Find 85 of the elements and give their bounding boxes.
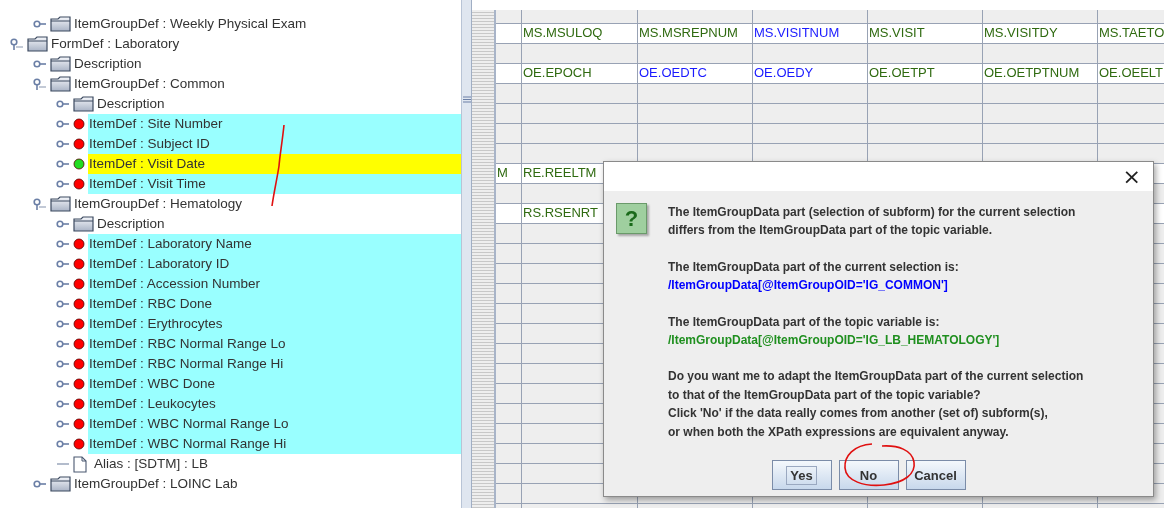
tree-node-label[interactable]: ItemDef : WBC Done xyxy=(88,374,461,394)
tree-node-label[interactable]: ItemGroupDef : Hematology xyxy=(73,194,243,214)
table-cell: MS.VISIT xyxy=(868,24,983,43)
tree-node-label[interactable]: ItemDef : WBC Normal Range Lo xyxy=(88,414,461,434)
tree-node-label[interactable]: ItemGroupDef : LOINC Lab xyxy=(73,474,238,494)
message-text: to that of the ItemGroupData part of the topic variable? xyxy=(668,386,982,404)
table-cell: MS.TAETO xyxy=(1098,24,1164,43)
tree-node-label[interactable]: FormDef : Laboratory xyxy=(50,34,180,54)
expand-handle-icon[interactable] xyxy=(56,259,70,269)
table-cell: OE.OEDY xyxy=(753,64,868,83)
collapse-handle-icon[interactable] xyxy=(33,198,47,210)
table-cell: M xyxy=(496,164,522,183)
expand-handle-icon[interactable] xyxy=(56,299,70,309)
expand-handle-icon[interactable] xyxy=(56,399,70,409)
expand-handle-icon[interactable] xyxy=(56,419,70,429)
folder-icon xyxy=(50,196,71,212)
tree-node-label[interactable]: ItemDef : Visit Date xyxy=(88,154,461,174)
tree-node-label[interactable]: Description xyxy=(96,94,165,114)
message-text: The ItemGroupData part of the current selection is: xyxy=(668,258,960,276)
collapse-handle-icon[interactable] xyxy=(33,78,47,90)
expand-handle-icon[interactable] xyxy=(33,19,47,29)
xpath-text: /ItemGroupData[@ItemGroupOID='IG_COMMON'] xyxy=(668,277,949,295)
message-text: The ItemGroupData part (selection of subform) for the current selection xyxy=(668,204,1077,221)
tree-node-label[interactable]: ItemDef : RBC Normal Range Hi xyxy=(88,354,461,374)
tree-node-label[interactable]: Alias : [SDTM] : LB xyxy=(93,454,209,474)
tree-node-label[interactable]: ItemDef : Accession Number xyxy=(88,274,461,294)
folder-icon xyxy=(50,476,71,492)
tree-node-label[interactable]: ItemDef : Subject ID xyxy=(88,134,461,154)
table-cell: MS.VISITDY xyxy=(983,24,1098,43)
dialog-button[interactable]: No xyxy=(838,460,899,491)
tree-node-label[interactable]: ItemGroupDef : Common xyxy=(73,74,225,94)
expand-handle-icon[interactable] xyxy=(56,119,70,129)
expand-handle-icon[interactable] xyxy=(56,139,70,149)
folder-icon xyxy=(73,216,94,232)
folder-icon xyxy=(50,76,71,92)
xpath-text: /ItemGroupData[@ItemGroupOID='IG_LB_HEMATOLOGY'] xyxy=(668,332,1001,350)
folder-icon xyxy=(50,16,71,32)
table-cell: OE.EPOCH xyxy=(522,64,638,83)
message-text: Click 'No' if the data really comes from another (set of) subform(s), xyxy=(668,405,1049,423)
tree-node-label[interactable]: ItemDef : Site Number xyxy=(88,114,461,134)
tree-node-label[interactable]: ItemDef : WBC Normal Range Hi xyxy=(88,434,461,454)
expand-handle-icon[interactable] xyxy=(56,99,70,109)
table-cell: OE.OETPTNUM xyxy=(983,64,1098,83)
tree-node-label[interactable]: ItemDef : Erythrocytes xyxy=(88,314,461,334)
dialog-button[interactable]: Yes xyxy=(771,460,832,491)
table-cell: MS.MSREPNUM xyxy=(638,24,753,43)
tree-node-label[interactable]: Description xyxy=(96,214,165,234)
expand-handle-icon[interactable] xyxy=(56,219,70,229)
expand-handle-icon[interactable] xyxy=(56,179,70,189)
expand-handle-icon[interactable] xyxy=(56,239,70,249)
table-cell: MS.MSULOQ xyxy=(522,24,638,43)
table-cell: OE.OEDTC xyxy=(638,64,753,83)
document-icon xyxy=(73,455,87,473)
expand-handle-icon[interactable] xyxy=(56,379,70,389)
tree-node-label[interactable]: ItemDef : Laboratory Name xyxy=(88,234,461,254)
close-button[interactable]: × xyxy=(1118,166,1145,187)
message-text: Do you want me to adapt the ItemGroupData part of the current selection xyxy=(668,368,1084,386)
tree-node-label[interactable]: ItemDef : RBC Done xyxy=(88,294,461,314)
tree-node-label[interactable]: ItemDef : RBC Normal Range Lo xyxy=(88,334,461,354)
folder-icon xyxy=(50,56,71,72)
expand-handle-icon[interactable] xyxy=(33,479,47,489)
message-text: The ItemGroupData part of the topic variable is: xyxy=(668,313,941,331)
expand-handle-icon[interactable] xyxy=(56,279,70,289)
dialog-button[interactable]: Cancel xyxy=(905,460,966,491)
folder-icon xyxy=(27,36,48,52)
folder-icon xyxy=(73,96,94,112)
expand-handle-icon[interactable] xyxy=(56,159,70,169)
expand-handle-icon[interactable] xyxy=(56,339,70,349)
grip-icon xyxy=(462,96,471,103)
tree-node-label[interactable]: ItemGroupDef : Weekly Physical Exam xyxy=(73,14,307,34)
expand-handle-icon[interactable] xyxy=(56,439,70,449)
table-cell: MS.VISITNUM xyxy=(753,24,868,43)
message-text: or when both the XPath expressions are equivalent anyway. xyxy=(668,423,1010,441)
table-cell: OE.OETPT xyxy=(868,64,983,83)
question-icon: ? xyxy=(616,203,647,234)
tree-node-label[interactable]: Description xyxy=(73,54,142,74)
collapse-handle-icon[interactable] xyxy=(10,38,24,50)
table-cell: OE.OEELT xyxy=(1098,64,1164,83)
expand-handle-icon[interactable] xyxy=(33,59,47,69)
tree-node-label[interactable]: ItemDef : Visit Time xyxy=(88,174,461,194)
expand-handle-icon[interactable] xyxy=(56,359,70,369)
tree-node-label[interactable]: ItemDef : Laboratory ID xyxy=(88,254,461,274)
tree-node-label[interactable]: ItemDef : Leukocytes xyxy=(88,394,461,414)
expand-handle-icon[interactable] xyxy=(56,319,70,329)
message-text: differs from the ItemGroupData part of the topic variable. xyxy=(668,222,994,240)
